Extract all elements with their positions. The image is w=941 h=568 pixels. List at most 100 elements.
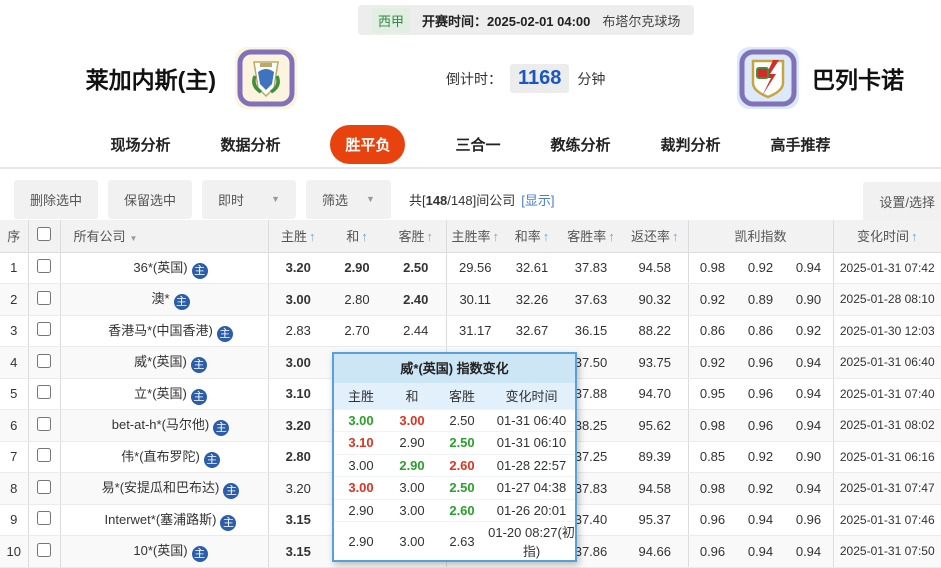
- tab-6[interactable]: 裁判分析: [661, 134, 721, 155]
- cell-checkbox[interactable]: [28, 441, 61, 473]
- cell-odds[interactable]: 3.20: [268, 472, 328, 505]
- cell-company[interactable]: 10*(英国) 主: [60, 535, 269, 568]
- row-checkbox[interactable]: [37, 511, 51, 526]
- row-checkbox[interactable]: [37, 385, 51, 400]
- cell-checkbox[interactable]: [28, 535, 61, 568]
- cell-odds[interactable]: 2.80: [328, 283, 386, 316]
- cell-company[interactable]: 威*(英国) 主: [60, 346, 269, 379]
- cell-odds[interactable]: 2.90: [328, 252, 386, 284]
- cell-odds[interactable]: 3.15: [268, 535, 328, 568]
- col-header-away[interactable]: 客胜 ↑: [386, 220, 447, 253]
- popup-cell-odds: 2.90: [334, 498, 388, 522]
- home-badge-icon: 主: [216, 325, 233, 342]
- cell-odds[interactable]: 2.70: [328, 315, 386, 347]
- cell-index: 3: [0, 315, 29, 347]
- cell-company[interactable]: 易*(安提瓜和巴布达) 主: [60, 472, 269, 505]
- row-checkbox[interactable]: [37, 542, 51, 557]
- company-name: 立*(英国): [134, 385, 187, 401]
- tab-4[interactable]: 三合一: [455, 134, 500, 155]
- cell-odds[interactable]: 2.40: [386, 283, 447, 316]
- row-checkbox[interactable]: [37, 322, 51, 337]
- cell-kelly: 0.98 0.92 0.94: [688, 252, 834, 284]
- cell-kelly: 0.92 0.96 0.94: [688, 346, 834, 379]
- home-badge-icon: 主: [223, 483, 240, 500]
- cell-checkbox[interactable]: [28, 346, 61, 379]
- cell-checkbox[interactable]: [28, 378, 61, 410]
- row-checkbox[interactable]: [37, 290, 51, 305]
- row-checkbox[interactable]: [37, 416, 51, 431]
- cell-odds[interactable]: 2.80: [268, 441, 328, 473]
- cell-odds[interactable]: 3.15: [268, 504, 328, 536]
- cell-index: 6: [0, 409, 29, 442]
- col-header-company[interactable]: 所有公司 ▼: [60, 220, 269, 253]
- cell-odds[interactable]: 2.83: [268, 315, 328, 347]
- delete-selected-button[interactable]: 删除选中: [14, 179, 99, 219]
- col-header-check[interactable]: [28, 220, 61, 253]
- tab-2[interactable]: 数据分析: [220, 134, 280, 155]
- cell-rate: 94.58: [622, 472, 689, 505]
- col-header-draw_rate[interactable]: 和率 ↑: [504, 220, 560, 253]
- cell-index: 5: [0, 378, 29, 410]
- col-header-home[interactable]: 主胜 ↑: [268, 220, 328, 253]
- sort-up-icon: ↑: [492, 229, 500, 245]
- sort-up-icon: ↑: [361, 229, 368, 245]
- show-link[interactable]: [显示]: [521, 193, 554, 208]
- row-checkbox[interactable]: [37, 259, 51, 274]
- home-badge-icon: 主: [203, 451, 220, 468]
- col-header-away_rate[interactable]: 客胜率 ↑: [560, 220, 622, 253]
- popup-cell-odds: 3.00: [388, 521, 436, 560]
- cell-odds[interactable]: 3.10: [268, 378, 328, 410]
- keep-selected-button[interactable]: 保留选中: [108, 179, 193, 219]
- odds-mode-dropdown[interactable]: 即时 ▼: [202, 179, 297, 219]
- cell-odds[interactable]: 3.20: [268, 409, 328, 442]
- row-checkbox[interactable]: [37, 448, 51, 463]
- cell-checkbox[interactable]: [28, 472, 61, 505]
- tab-7[interactable]: 高手推荐: [771, 134, 831, 155]
- popup-cell-time: 01-27 04:38: [488, 476, 575, 499]
- cell-company[interactable]: 立*(英国) 主: [60, 378, 269, 410]
- cell-rate: 29.56: [446, 252, 504, 284]
- cell-rate: 89.39: [622, 441, 689, 473]
- popup-col-header: 客胜: [436, 383, 488, 409]
- cell-change-time: 2025-01-31 06:16: [833, 441, 941, 473]
- tab-1[interactable]: 现场分析: [110, 134, 170, 155]
- select-all-checkbox[interactable]: [37, 227, 51, 242]
- cell-odds[interactable]: 3.00: [268, 283, 328, 316]
- cell-kelly: 0.95 0.96 0.94: [688, 378, 834, 410]
- cell-odds[interactable]: 3.20: [268, 252, 328, 284]
- cell-odds[interactable]: 2.44: [386, 315, 447, 347]
- countdown-label: 倒计时：: [446, 70, 502, 87]
- col-header-draw[interactable]: 和 ↑: [328, 220, 386, 253]
- popup-cell-odds: 3.00: [388, 476, 436, 499]
- cell-odds[interactable]: 3.00: [268, 346, 328, 379]
- cell-company[interactable]: bet-at-h*(马尔他) 主: [60, 409, 269, 442]
- cell-change-time: 2025-01-31 07:46: [833, 504, 941, 536]
- cell-checkbox[interactable]: [28, 409, 61, 442]
- cell-company[interactable]: 36*(英国) 主: [60, 252, 269, 284]
- popup-col-header: 变化时间: [488, 383, 575, 409]
- col-header-payout[interactable]: 返还率 ↑: [622, 220, 689, 253]
- cell-company[interactable]: 香港马*(中国香港) 主: [60, 315, 269, 347]
- cell-index: 4: [0, 346, 29, 379]
- col-header-time[interactable]: 变化时间 ↑: [833, 220, 941, 253]
- col-header-index: 序: [0, 220, 29, 253]
- cell-checkbox[interactable]: [28, 252, 61, 284]
- cell-index: 10: [0, 535, 29, 568]
- tab-3[interactable]: 胜平负: [330, 124, 406, 164]
- popup-row: 3.00 3.00 2.50 01-31 06:40: [334, 408, 575, 432]
- cell-company[interactable]: Interwet*(塞浦路斯) 主: [60, 504, 269, 536]
- cell-checkbox[interactable]: [28, 504, 61, 536]
- cell-checkbox[interactable]: [28, 283, 61, 316]
- odds-history-popup: 威*(英国) 指数变化 主胜和客胜 变化时间 3.00 3.00 2.50 01-31 …: [332, 352, 577, 562]
- tab-5[interactable]: 教练分析: [551, 134, 611, 155]
- filter-dropdown[interactable]: 筛选 ▼: [306, 179, 391, 219]
- row-checkbox[interactable]: [37, 353, 51, 368]
- settings-button[interactable]: 设置/选择: [863, 182, 941, 221]
- cell-checkbox[interactable]: [28, 315, 61, 347]
- cell-company[interactable]: 澳* 主: [60, 283, 269, 316]
- col-header-home_rate[interactable]: 主胜率 ↑: [446, 220, 504, 253]
- cell-odds[interactable]: 2.50: [386, 252, 447, 284]
- popup-cell-odds: 2.63: [436, 521, 488, 560]
- cell-company[interactable]: 伟*(直布罗陀) 主: [60, 441, 269, 473]
- row-checkbox[interactable]: [37, 479, 51, 494]
